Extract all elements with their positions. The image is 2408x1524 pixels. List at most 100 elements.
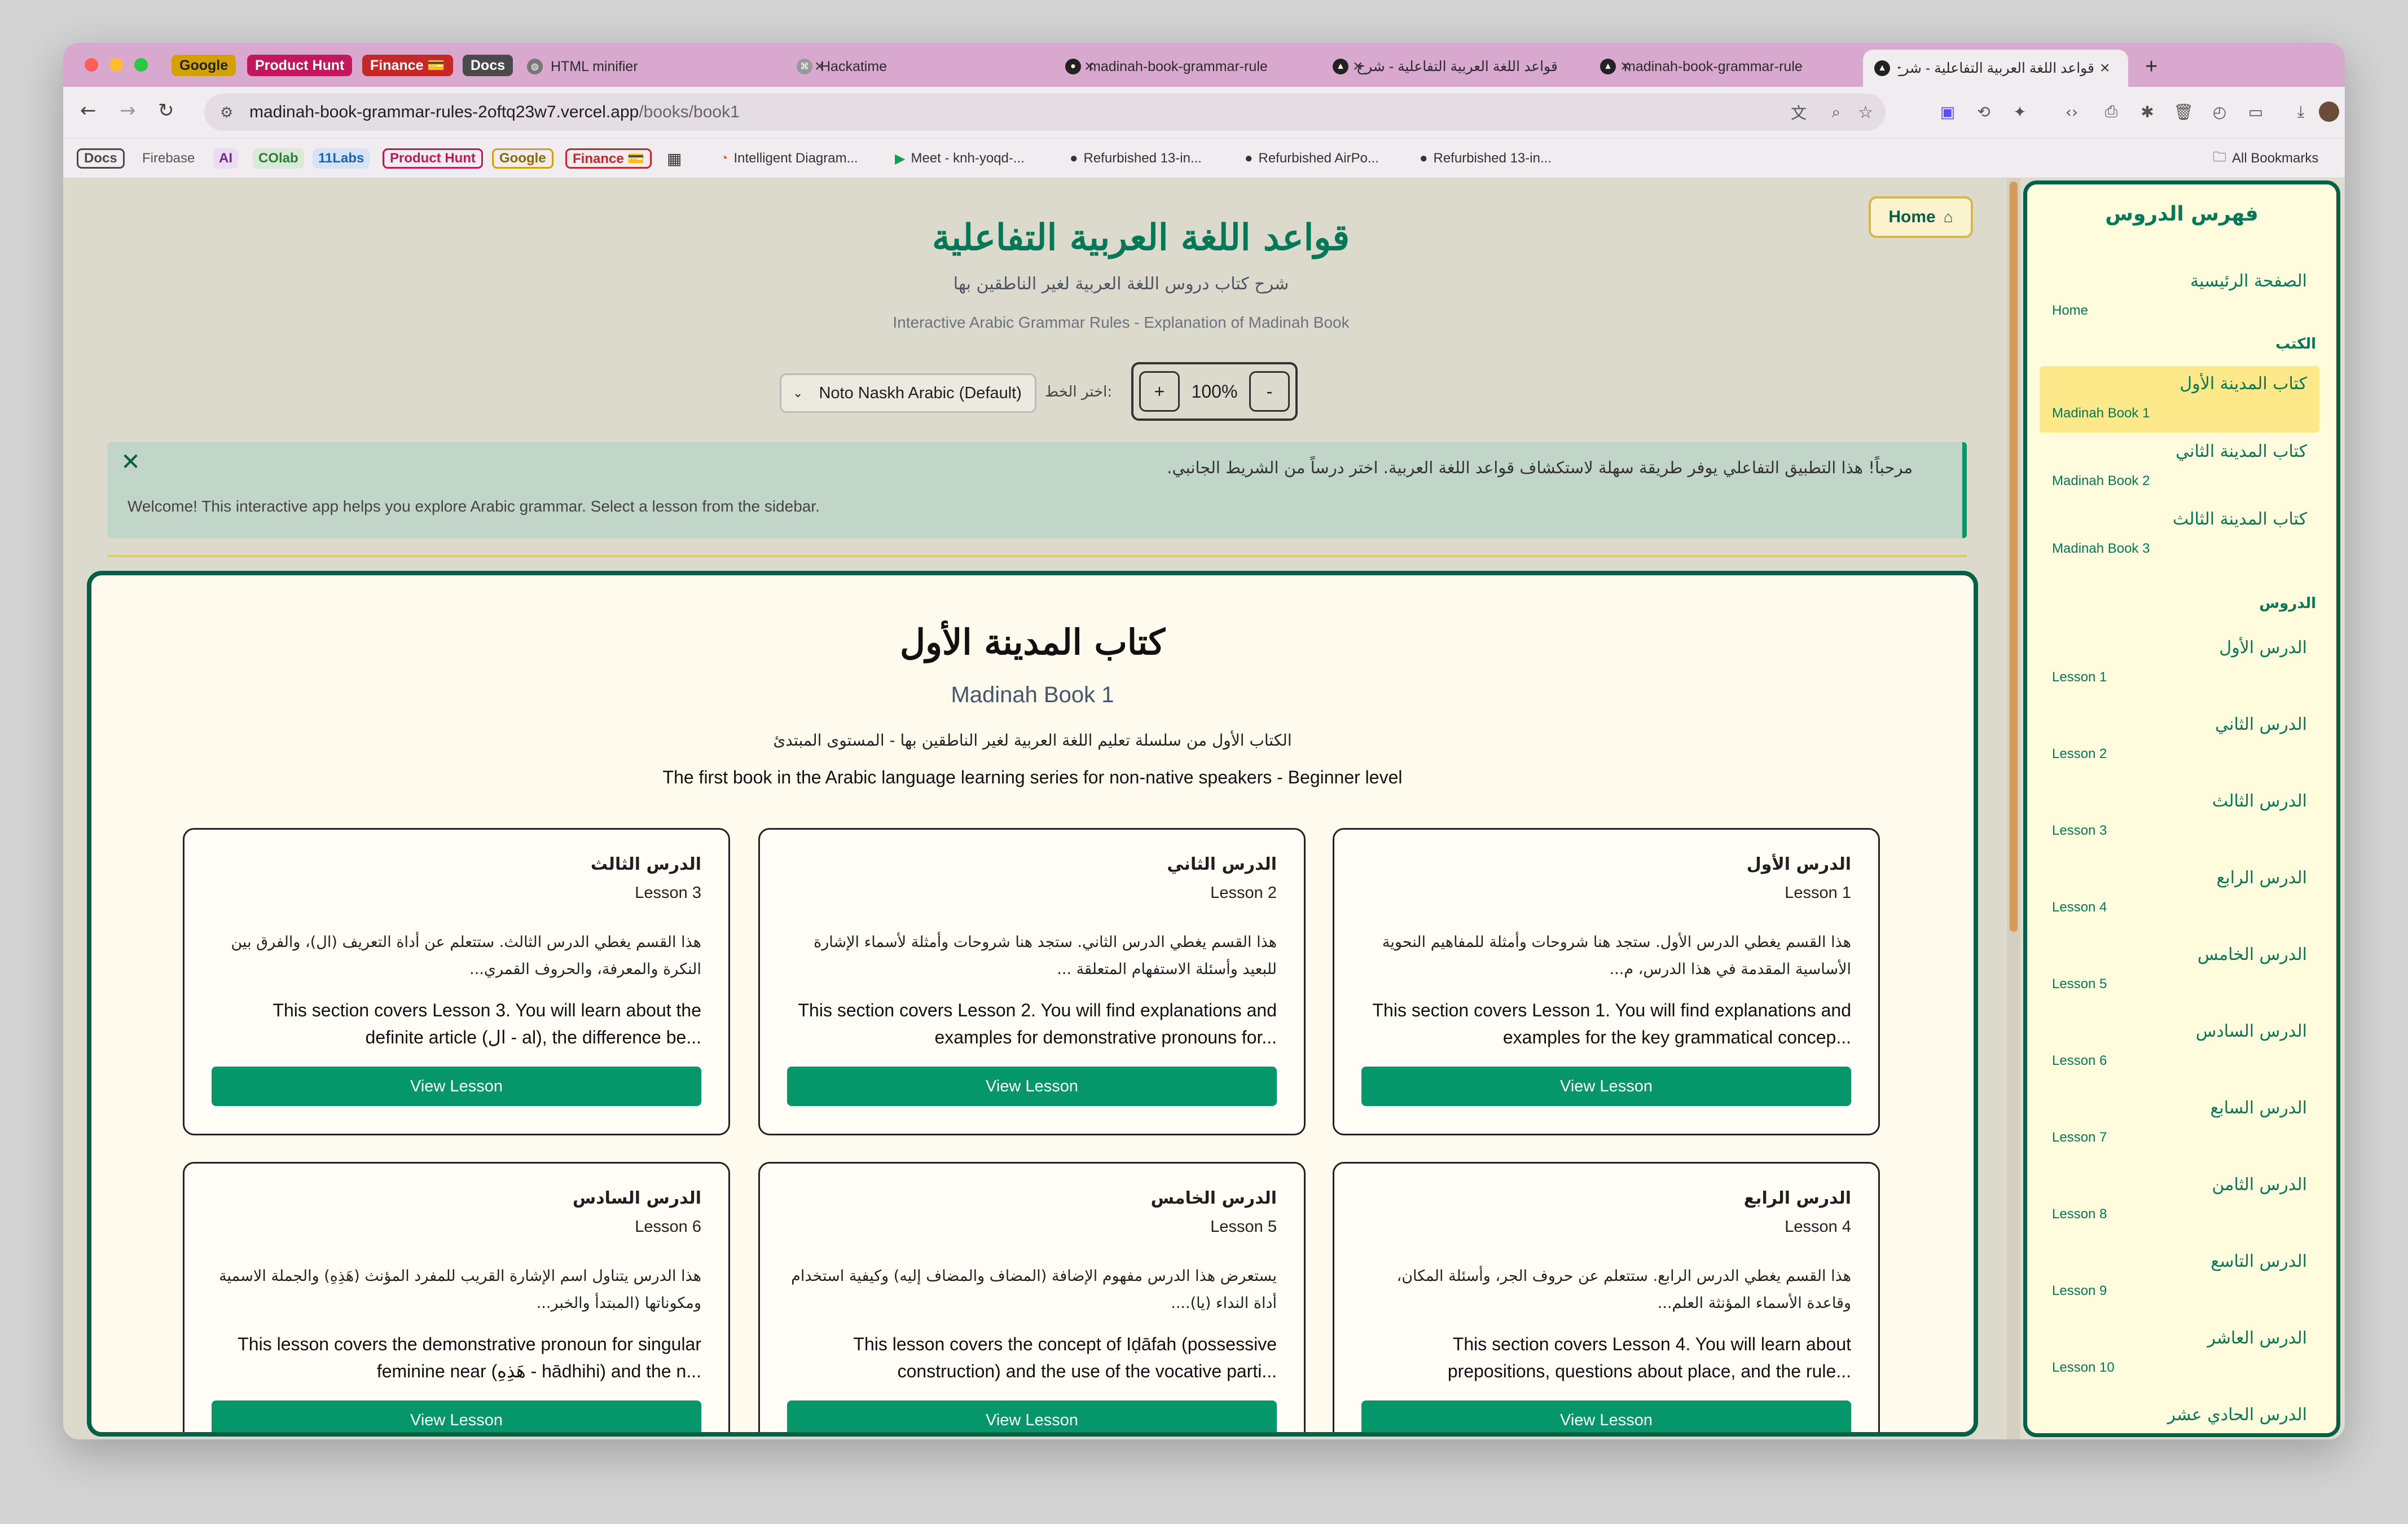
view-lesson-button[interactable]: View Lesson [212, 1400, 701, 1432]
zoom-in-button[interactable]: + [1139, 371, 1180, 412]
lesson-card-2: الدرس الثاني Lesson 2 هذا القسم يغطي الد… [758, 828, 1306, 1135]
sidebar-item-book-2[interactable]: كتاب المدينة الثاني Madinah Book 2 [2040, 434, 2319, 500]
cast-icon[interactable]: ▭ [2244, 100, 2267, 123]
forward-icon[interactable]: → [120, 99, 136, 122]
bookmark-folder-11labs[interactable]: 11Labs [313, 148, 370, 169]
close-window-button[interactable] [85, 58, 98, 72]
extensions-icon[interactable]: ✦ [2009, 100, 2031, 123]
lesson-description-arabic: هذا الدرس يتناول اسم الإشارة القريب للمف… [219, 1267, 701, 1312]
tab-group-docs[interactable]: Docs [463, 55, 513, 76]
sidebar-item-label: الدرس الخامس [2197, 945, 2307, 964]
sidebar-item-lesson-10[interactable]: الدرس العاشر Lesson 10 [2040, 1320, 2319, 1388]
sidebar-item-sublabel: Lesson 10 [2052, 1360, 2115, 1375]
maximize-window-button[interactable] [134, 58, 148, 72]
lesson-description-english: This lesson covers the concept of Iḍāfah… [853, 1334, 1277, 1381]
lesson-description-arabic: هذا القسم يغطي الدرس الرابع. ستتعلم عن ح… [1396, 1267, 1851, 1312]
zoom-out-button[interactable]: - [1249, 371, 1290, 412]
back-icon[interactable]: ← [80, 99, 96, 122]
tab-hackatime[interactable]: ⌘ Hackatime × [797, 50, 1101, 83]
bookmark-firebase[interactable]: Firebase [142, 151, 195, 166]
sidebar-item-home[interactable]: الصفحة الرئيسية Home [2040, 263, 2319, 325]
bookmark-label: Meet - knh-yoqd-... [911, 151, 1025, 166]
scrollbar[interactable] [2007, 178, 2020, 1439]
reload-icon[interactable]: ↻ [158, 99, 174, 122]
sidebar-item-lesson-9[interactable]: الدرس التاسع Lesson 9 [2040, 1244, 2319, 1311]
sidebar-item-label: الدرس الثاني [2215, 715, 2307, 734]
sidebar-item-book-1[interactable]: كتاب المدينة الأول Madinah Book 1 [2040, 366, 2319, 433]
devtools-icon[interactable]: ‹› [2060, 100, 2083, 123]
bug-icon[interactable]: ✱ [2136, 100, 2159, 123]
view-lesson-button[interactable]: View Lesson [787, 1067, 1277, 1106]
apps-grid-icon[interactable]: ▦ [667, 148, 682, 169]
bookmark-label: Refurbished 13-in... [1433, 151, 1552, 166]
bookmark-folder-product-hunt[interactable]: Product Hunt [383, 148, 483, 169]
tab-title: قواعد اللغة العربية التفاعلية - شرح [1356, 59, 1558, 74]
bookmark-link-3[interactable]: ● Refurbished 13-in... [1070, 148, 1202, 169]
site-settings-icon[interactable]: ⚙ [220, 104, 233, 121]
bookmark-label: Refurbished AirPo... [1258, 151, 1379, 166]
tab-title: HTML minifier [551, 58, 638, 74]
view-lesson-button[interactable]: View Lesson [787, 1400, 1277, 1432]
bookmark-link-1[interactable]: ◔ Intelligent Diagram... [720, 148, 858, 169]
tab-group-product-hunt[interactable]: Product Hunt [247, 55, 353, 76]
bookmark-link-2[interactable]: ▶ Meet - knh-yoqd-... [895, 148, 1025, 169]
view-lesson-button[interactable]: View Lesson [1361, 1067, 1851, 1106]
sidebar-item-lesson-6[interactable]: الدرس السادس Lesson 6 [2040, 1014, 2319, 1081]
tab-html-minifier[interactable]: ◍ HTML minifier × [527, 50, 832, 83]
bookmark-star-icon[interactable]: ☆ [1858, 103, 1873, 122]
address-bar: ← → ↻ ⚙ madinah-book-grammar-rules-2oftq… [63, 87, 2345, 139]
sidebar-item-lesson-7[interactable]: الدرس السابع Lesson 7 [2040, 1090, 2319, 1158]
tab-github-repo[interactable]: ● madinah-book-grammar-rule × [1065, 50, 1370, 83]
tab-vercel-arabic-active[interactable]: ▲ قواعد اللغة العربية التفاعلية - شرح × [1863, 50, 2128, 87]
extension-icon[interactable]: ▣ [1936, 100, 1959, 123]
bookmark-label: All Bookmarks [2232, 151, 2319, 166]
sidebar-item-book-3[interactable]: كتاب المدينة الثالث Madinah Book 3 [2040, 501, 2319, 568]
tab-vercel-arabic-1[interactable]: ▲ قواعد اللغة العربية التفاعلية - شرح × [1333, 50, 1637, 83]
sidebar-item-lesson-8[interactable]: الدرس الثامن Lesson 8 [2040, 1167, 2319, 1235]
close-icon[interactable]: ✕ [121, 448, 140, 475]
sidebar-item-lesson-2[interactable]: الدرس الثاني Lesson 2 [2040, 707, 2319, 774]
home-button-label: Home [1888, 208, 1936, 226]
lesson-title-english: Lesson 2 [1210, 884, 1277, 902]
tab-vercel-repo[interactable]: ▲ madinah-book-grammar-rule × [1600, 50, 1905, 83]
bookmark-folder-finance[interactable]: Finance 💳 [565, 148, 652, 169]
minimize-window-button[interactable] [109, 58, 123, 72]
print-icon[interactable]: ⎙ [2100, 100, 2123, 123]
history-icon[interactable]: ◴ [2208, 100, 2231, 123]
puzzle-sync-icon[interactable]: ⟲ [1972, 100, 1995, 123]
vercel-icon: ▲ [1874, 60, 1890, 76]
download-icon[interactable]: ⤓ [2290, 100, 2312, 123]
new-tab-button[interactable]: + [2145, 50, 2173, 83]
font-select[interactable]: ⌄ Noto Naskh Arabic (Default) [780, 373, 1036, 413]
sidebar-item-lesson-11[interactable]: الدرس الحادي عشر [2040, 1397, 2319, 1433]
sidebar-item-label: كتاب المدينة الأول [2179, 374, 2307, 394]
bookmark-folder-docs[interactable]: Docs [77, 148, 125, 169]
translate-icon[interactable]: 文 [1791, 101, 1807, 124]
sidebar-item-lesson-4[interactable]: الدرس الرابع Lesson 4 [2040, 860, 2319, 928]
trash-icon[interactable]: 🗑 [2172, 100, 2195, 123]
home-button[interactable]: Home ⌂ [1869, 196, 1973, 238]
view-lesson-button[interactable]: View Lesson [212, 1067, 701, 1106]
bookmark-folder-colab[interactable]: COlab [253, 148, 304, 169]
font-size-control: + 100% - [1131, 362, 1298, 421]
tab-group-finance[interactable]: Finance 💳 [362, 55, 453, 76]
sidebar-item-lesson-3[interactable]: الدرس الثالث Lesson 3 [2040, 783, 2319, 851]
sidebar-item-lesson-1[interactable]: الدرس الأول Lesson 1 [2040, 630, 2319, 698]
main-content: قواعد اللغة العربية التفاعلية شرح كتاب د… [63, 178, 2004, 1439]
bookmark-folder-ai[interactable]: AI [213, 148, 238, 169]
book-description-english: The first book in the Arabic language le… [662, 767, 1403, 787]
all-bookmarks[interactable]: 🗀 All Bookmarks [2213, 148, 2318, 169]
lesson-title-arabic: الدرس الثاني [1167, 855, 1277, 874]
sidebar-item-sublabel: Lesson 4 [2052, 900, 2107, 915]
avatar[interactable] [2319, 102, 2339, 122]
bookmark-link-5[interactable]: ● Refurbished 13-in... [1420, 148, 1552, 169]
view-lesson-button[interactable]: View Lesson [1361, 1400, 1851, 1432]
bookmark-folder-google[interactable]: Google [492, 148, 553, 169]
close-tab-icon[interactable]: × [2100, 59, 2117, 78]
sidebar-item-lesson-5[interactable]: الدرس الخامس Lesson 5 [2040, 937, 2319, 1005]
tab-group-google[interactable]: Google [172, 55, 236, 76]
scrollbar-thumb[interactable] [2010, 182, 2018, 932]
zoom-icon[interactable]: ⌕ [1831, 103, 1840, 122]
bookmark-link-4[interactable]: ● Refurbished AirPo... [1245, 148, 1379, 169]
url-field[interactable]: ⚙ madinah-book-grammar-rules-2oftq23w7.v… [204, 94, 1886, 131]
